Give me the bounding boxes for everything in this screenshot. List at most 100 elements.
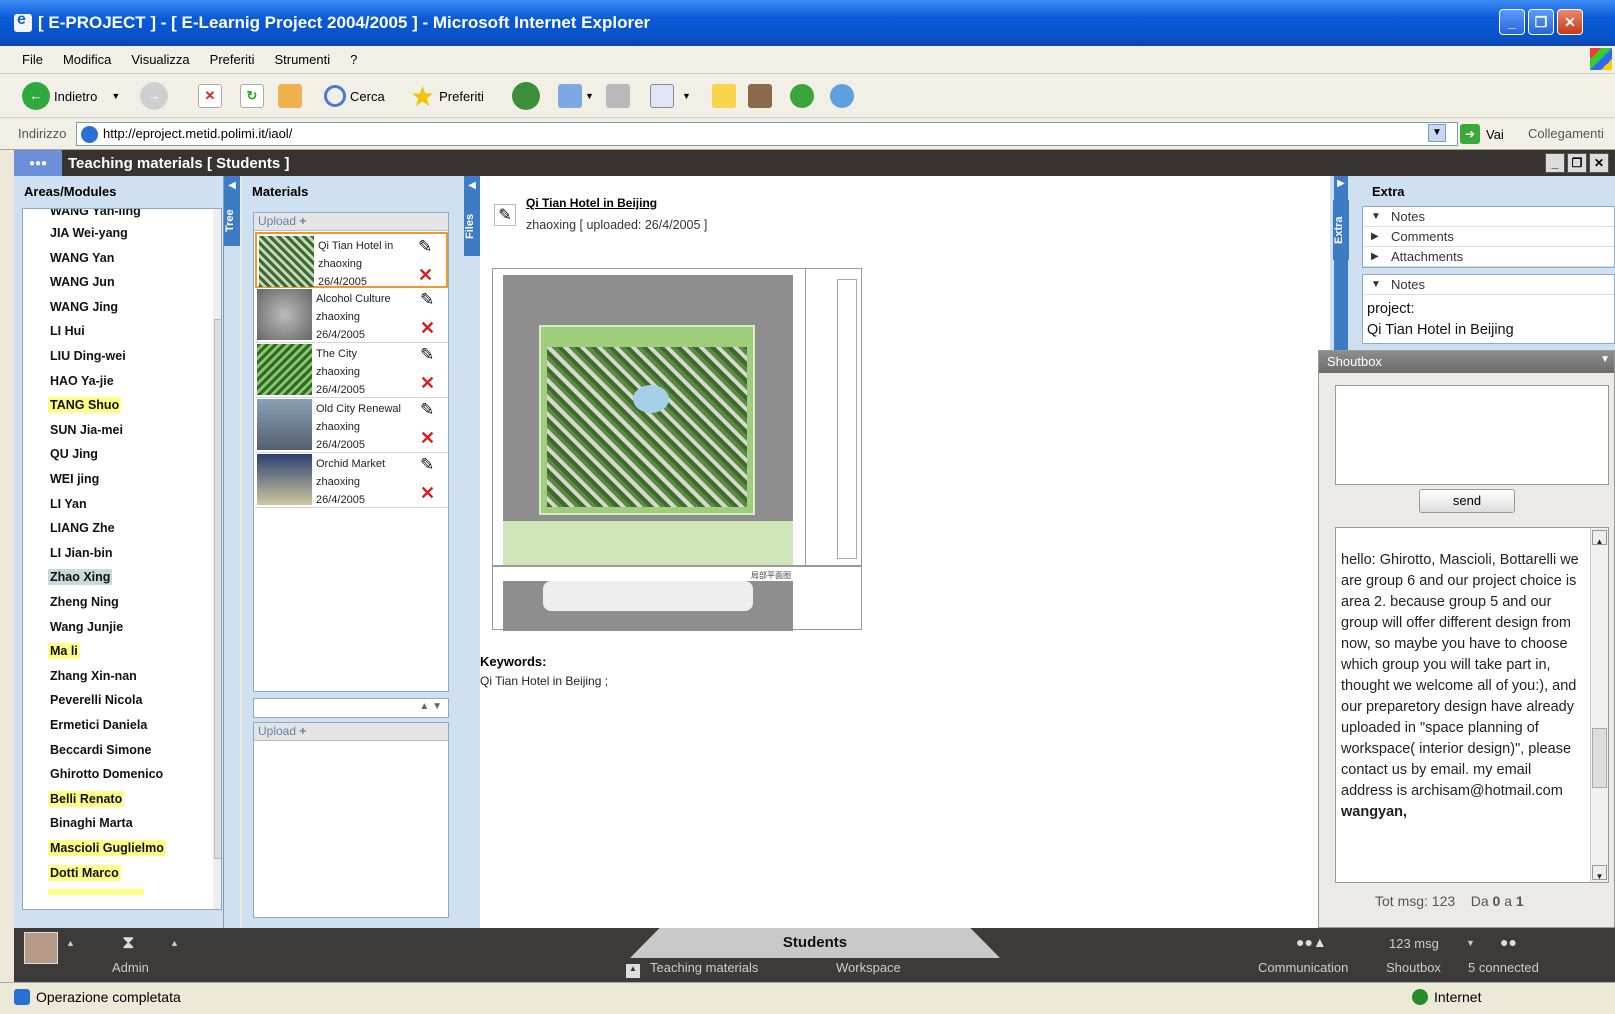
list-item[interactable]: Ma li — [48, 643, 80, 660]
list-item[interactable]: LI Hui — [48, 323, 87, 339]
shoutbox-collapse-icon[interactable]: ▼ — [1600, 354, 1610, 365]
avatar-up-icon[interactable]: ▲ — [66, 938, 75, 948]
list-item[interactable]: Wang Junjie — [48, 619, 125, 635]
hourglass-up-icon[interactable]: ▲ — [170, 938, 179, 948]
mail-button[interactable]: ▼ — [558, 80, 594, 112]
stop-button[interactable]: ✕ — [198, 80, 222, 112]
menu-preferiti[interactable]: Preferiti — [210, 52, 255, 67]
accordion-attachments[interactable]: ▶ Attachments — [1363, 247, 1614, 267]
list-item[interactable]: WANG Jing — [48, 299, 120, 315]
list-item[interactable]: Zhao Xing — [48, 569, 113, 586]
list-item[interactable]: Zhang Xin-nan — [48, 668, 139, 684]
menu-visualizza[interactable]: Visualizza — [131, 52, 189, 67]
links-button[interactable]: Collegamenti — [1528, 126, 1604, 141]
scrollbar-thumb[interactable] — [214, 319, 221, 859]
msg-dropdown-icon[interactable]: ▼ — [1466, 938, 1475, 948]
list-item[interactable]: Belli Renato — [48, 790, 125, 807]
messages-scrollbar[interactable]: ▲ ▼ — [1590, 528, 1608, 882]
address-input[interactable]: http://eproject.metid.polimi.it/iaol/ — [76, 122, 1458, 146]
list-item[interactable]: TANG Shuo — [48, 397, 122, 414]
accordion-notes[interactable]: ▼ Notes — [1363, 207, 1614, 227]
delete-icon[interactable]: ✕ — [420, 318, 442, 340]
list-item[interactable]: The City zhaoxing 26/4/2005 ✎ ✕ — [255, 342, 448, 398]
list-item[interactable]: Qi Tian Hotel in zhaoxing 26/4/2005 ✎ ✕ — [255, 232, 448, 288]
accordion-comments[interactable]: ▶ Comments — [1363, 227, 1614, 247]
messenger-button[interactable] — [830, 80, 854, 112]
list-item[interactable]: WEI jing — [48, 471, 101, 487]
history-button[interactable] — [512, 80, 544, 112]
list-item[interactable]: Dotti Marco — [48, 864, 121, 881]
scroll-down-icon[interactable]: ▼ — [1592, 865, 1607, 881]
avatar[interactable] — [24, 932, 58, 964]
tab-files[interactable]: Files — [464, 196, 480, 256]
scrollbar-thumb[interactable] — [1592, 728, 1607, 788]
list-item[interactable]: QU Jing — [48, 446, 100, 462]
list-item[interactable]: WANG Jun — [48, 274, 117, 290]
list-item[interactable]: Ermetici Daniela — [48, 717, 149, 733]
home-button[interactable] — [278, 80, 302, 112]
research-button[interactable] — [748, 80, 772, 112]
minimize-button[interactable]: _ — [1499, 9, 1525, 35]
tab-tree[interactable]: Tree — [224, 196, 240, 246]
delete-icon[interactable]: ✕ — [420, 373, 442, 395]
shoutbox-input[interactable] — [1335, 385, 1609, 485]
list-item[interactable]: LI Jian-bin — [48, 545, 115, 561]
forward-button[interactable]: → — [140, 80, 172, 112]
delete-icon[interactable]: ✕ — [418, 265, 440, 287]
list-item[interactable]: Ghirotto Domenico — [48, 766, 165, 782]
list-item[interactable]: LIANG Zhe — [48, 520, 117, 536]
menu-modifica[interactable]: Modifica — [63, 52, 111, 67]
list-item[interactable]: WANG Yan — [48, 250, 116, 266]
edit-pencil-icon[interactable]: ✎ — [420, 345, 442, 367]
favorites-button[interactable]: ★ Preferiti — [410, 80, 484, 112]
send-button[interactable]: send — [1419, 489, 1515, 513]
list-item[interactable]: JIA Wei-yang — [48, 225, 130, 241]
tab-students[interactable]: Students — [630, 928, 1000, 958]
dock-up-icon[interactable]: ▲ — [626, 964, 640, 978]
site-plan-image[interactable] — [492, 268, 862, 567]
tab-teaching-materials[interactable]: Teaching materials — [650, 960, 758, 975]
list-item[interactable]: Mascioli Guglielmo — [48, 840, 166, 856]
edit-pencil-icon[interactable]: ✎ — [494, 204, 516, 226]
maximize-button[interactable]: ❐ — [1528, 9, 1554, 35]
list-item[interactable]: HAO Ya-jie — [48, 373, 116, 389]
tab-workspace[interactable]: Workspace — [836, 960, 901, 975]
list-item[interactable]: Peverelli Nicola — [48, 692, 144, 708]
list-item[interactable]: Beccardi Simone — [48, 742, 153, 758]
back-button[interactable]: ← Indietro ▼ — [22, 80, 120, 112]
app-minimize-button[interactable]: _ — [1545, 153, 1565, 173]
shoutbox-label[interactable]: Shoutbox — [1386, 960, 1441, 975]
edit-pencil-icon[interactable]: ✎ — [420, 290, 442, 312]
delete-icon[interactable]: ✕ — [420, 428, 442, 450]
app-close-button[interactable]: ✕ — [1589, 153, 1609, 173]
delete-icon[interactable]: ✕ — [420, 483, 442, 505]
menu-strumenti[interactable]: Strumenti — [274, 52, 330, 67]
menu-file[interactable]: File — [22, 52, 43, 67]
communication-label[interactable]: Communication — [1258, 960, 1348, 975]
document-title[interactable]: Qi Tian Hotel in Beijing — [526, 196, 657, 210]
upload-button[interactable]: Upload + — [254, 213, 448, 231]
collapse-materials-icon[interactable]: ◀ — [464, 176, 480, 196]
upload-button-secondary[interactable]: Upload + — [254, 723, 448, 741]
list-item[interactable]: LIU Ding-wei — [48, 348, 128, 364]
tab-extra[interactable]: Extra — [1333, 200, 1349, 260]
edit-pencil-icon[interactable]: ✎ — [418, 237, 440, 259]
list-scrollbar[interactable] — [213, 209, 221, 909]
list-item[interactable]: Binaghi Marta — [48, 815, 135, 831]
menu-help[interactable]: ? — [350, 52, 357, 67]
edit-button[interactable]: ▼ — [650, 80, 691, 112]
list-item[interactable]: Alcohol Culture zhaoxing 26/4/2005 ✎ ✕ — [255, 287, 448, 343]
refresh-button[interactable]: ↻ — [240, 80, 264, 112]
go-button[interactable]: ➔ Vai — [1460, 124, 1504, 144]
site-plan-image-lower[interactable]: 局部平面图 — [492, 566, 862, 631]
communication-icon[interactable]: ●●▲ — [1296, 934, 1327, 950]
materials-scroll-select[interactable]: ▲ ▼ — [253, 698, 449, 718]
collapse-left-icon[interactable]: ◀ — [224, 176, 240, 196]
app-restore-button[interactable]: ❐ — [1567, 153, 1587, 173]
print-button[interactable] — [606, 80, 630, 112]
list-item[interactable]: Orchid Market zhaoxing 26/4/2005 ✎ ✕ — [255, 452, 448, 508]
list-item[interactable]: Zheng Ning — [48, 594, 121, 610]
list-item[interactable]: SUN Jia-mei — [48, 422, 125, 438]
list-item[interactable]: WANG Yan-ling — [48, 209, 143, 219]
collapse-extra-icon[interactable]: ▶ — [1334, 178, 1348, 196]
